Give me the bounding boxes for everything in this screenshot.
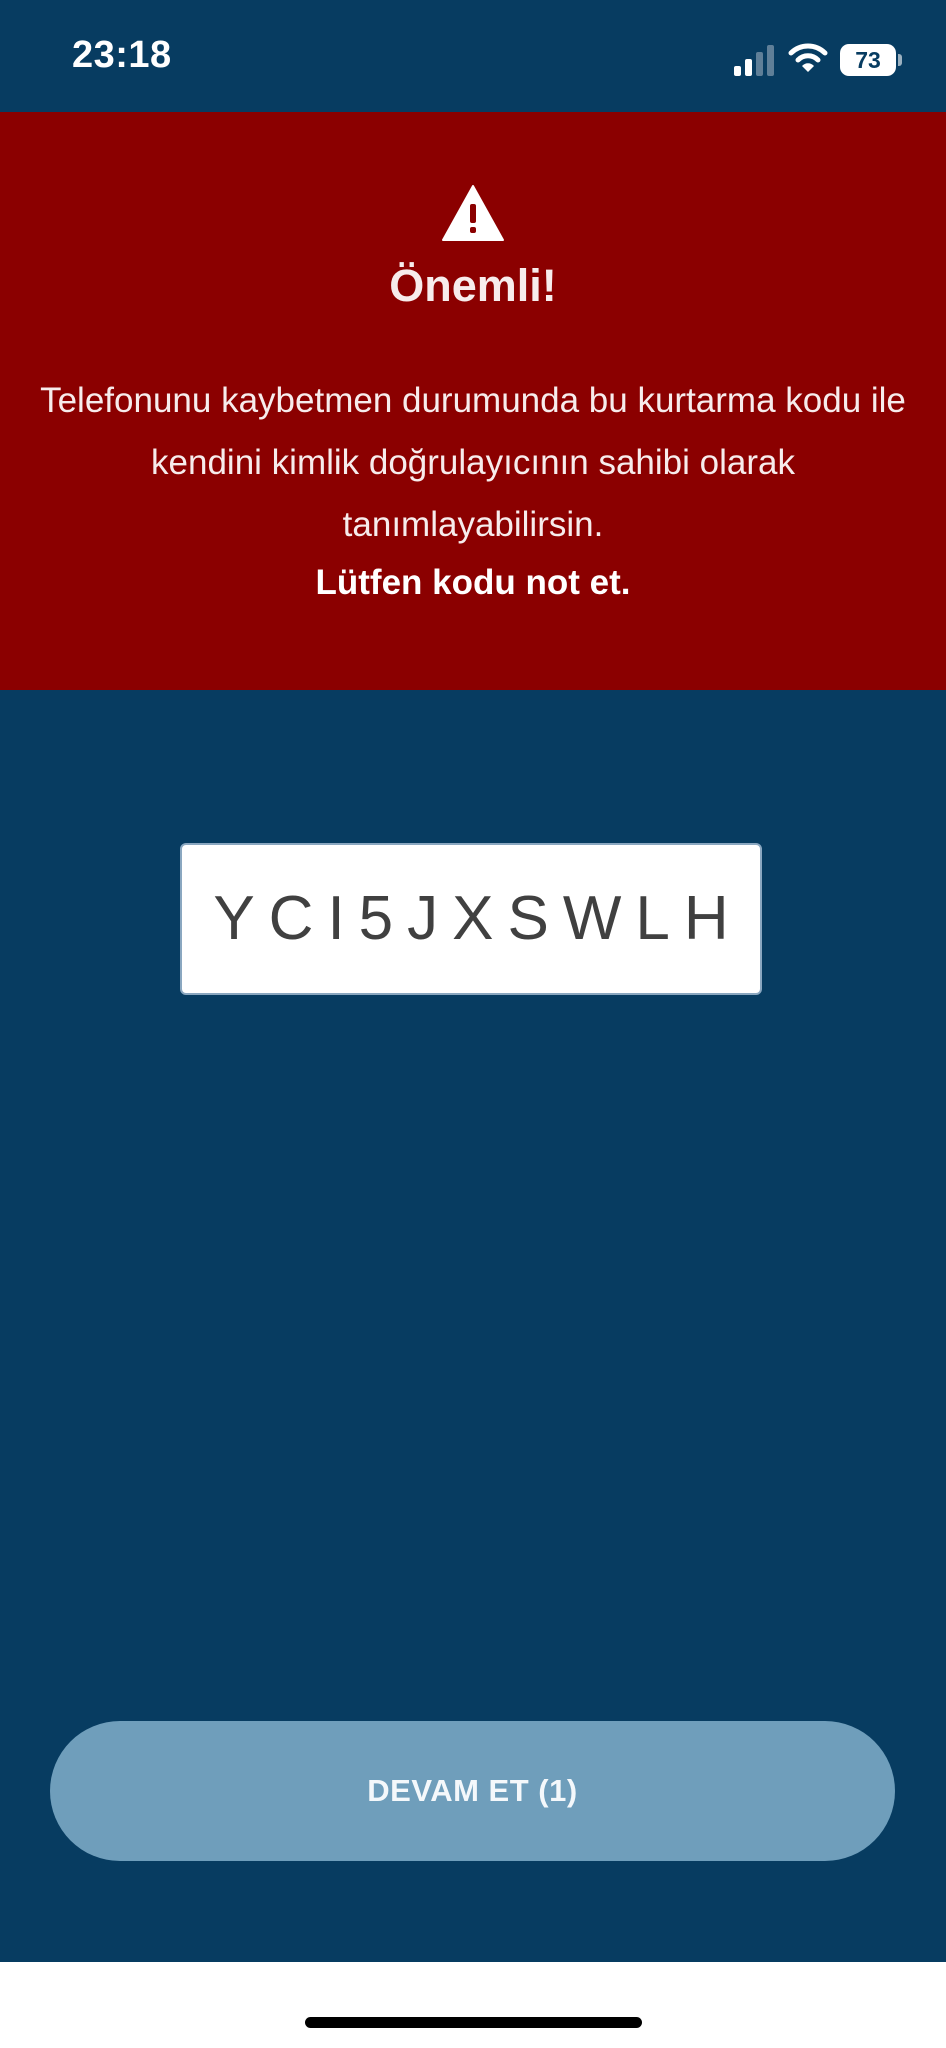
status-time: 23:18: [72, 34, 172, 76]
battery-icon: 73: [840, 44, 902, 76]
battery-cap: [898, 54, 902, 66]
warning-message: Telefonunu kaybetmen durumunda bu kurtar…: [40, 381, 906, 544]
continue-button[interactable]: DEVAM ET (1): [50, 1721, 895, 1861]
warning-emphasis: Lütfen kodu not et.: [315, 563, 631, 602]
recovery-code-box: YCI5JXSWLH: [180, 843, 762, 995]
warning-icon: [442, 185, 504, 241]
signal-icon: [734, 45, 774, 76]
wifi-icon: [788, 43, 828, 72]
status-bar: 23:18 73: [0, 0, 946, 112]
battery-level: 73: [840, 44, 896, 76]
warning-panel: Önemli! Telefonunu kaybetmen durumunda b…: [0, 112, 946, 690]
home-indicator-area: [0, 1962, 946, 2048]
home-indicator[interactable]: [305, 2017, 642, 2028]
warning-title: Önemli!: [389, 260, 557, 311]
